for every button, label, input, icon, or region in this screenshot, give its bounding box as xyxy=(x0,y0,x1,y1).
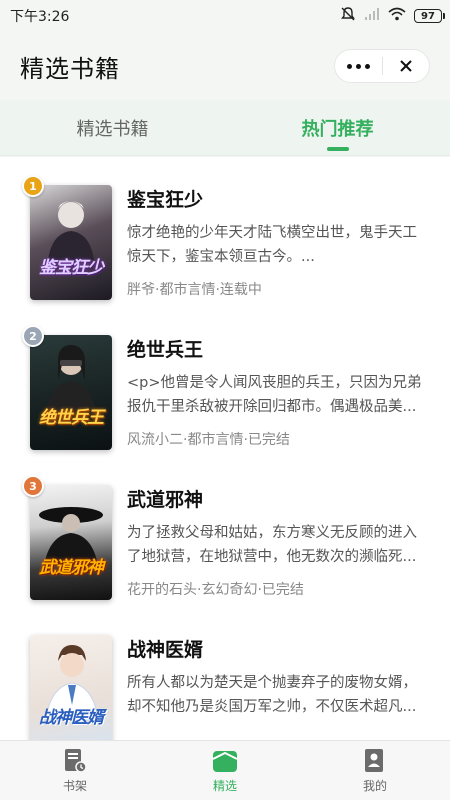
book-cover: 鉴宝狂少 xyxy=(30,185,112,300)
book-title: 武道邪神 xyxy=(127,489,204,511)
cover-title-text: 战神医婿 xyxy=(39,708,104,728)
list-item[interactable]: 3 武道邪神 武道邪神 为了拯救父母和姑姑，东方寒义无反顾的进入了地狱营，在地狱… xyxy=(0,457,450,607)
cover-figure-icon xyxy=(48,201,94,260)
featured-icon xyxy=(212,750,238,772)
category-tabs: 精选书籍 热门推荐 xyxy=(0,100,450,156)
wifi-icon xyxy=(388,7,406,25)
list-item[interactable]: 2 绝世兵王 绝世兵王 <p>他曾是令人闻风丧胆的兵王，只因为兄弟报仇干里杀敌被… xyxy=(0,307,450,457)
more-dots-icon xyxy=(346,63,370,69)
book-cover: 战神医婿 xyxy=(30,635,112,740)
close-icon xyxy=(400,60,412,72)
book-meta: 花开的石头·玄幻奇幻·已完结 xyxy=(127,582,304,598)
bottom-tab-bar: 书架 精选 我的 xyxy=(0,740,450,800)
book-meta: 胖爷·都市言情·连载中 xyxy=(127,282,262,298)
bookshelf-icon xyxy=(65,748,87,773)
cover-figure-icon xyxy=(46,345,96,413)
profile-icon xyxy=(365,748,383,772)
rank-badge: 3 xyxy=(22,475,44,497)
status-time: 下午3:26 xyxy=(10,9,70,25)
cover-figure-icon xyxy=(39,507,103,565)
list-item[interactable]: 战神医婿 战神医婿 所有人都以为楚天是个抛妻弃子的废物女婿，却不知他乃是炎国万军… xyxy=(0,607,450,740)
page-title: 精选书籍 xyxy=(20,54,120,83)
book-list: 1 鉴宝狂少 鉴宝狂少 惊才绝艳的少年天才陆飞横空出世，鬼手天工惊天下，鉴宝本领… xyxy=(0,157,450,740)
tab-profile-label: 我的 xyxy=(362,778,387,793)
tab-featured-label: 精选 xyxy=(212,778,237,793)
nav-bar: 精选书籍 xyxy=(0,32,450,100)
tab-hot-recommend[interactable]: 热门推荐 xyxy=(225,100,450,155)
book-description: <p>他曾是令人闻风丧胆的兵王，只因为兄弟报仇干里杀敌被开除回归都市。偶遇极品美… xyxy=(127,375,422,415)
book-title: 绝世兵王 xyxy=(127,339,204,361)
book-title: 鉴宝狂少 xyxy=(127,189,204,211)
tab-featured[interactable]: 精选 xyxy=(150,741,300,800)
rank-badge: 1 xyxy=(22,175,44,197)
list-item[interactable]: 1 鉴宝狂少 鉴宝狂少 惊才绝艳的少年天才陆飞横空出世，鬼手天工惊天下，鉴宝本领… xyxy=(0,157,450,307)
book-cover: 武道邪神 xyxy=(30,485,112,600)
book-cover: 绝世兵王 xyxy=(30,335,112,450)
book-description: 惊才绝艳的少年天才陆飞横空出世，鬼手天工惊天下，鉴宝本领亘古今。... xyxy=(127,225,417,265)
status-bar: 下午3:26 97 xyxy=(0,0,450,32)
tab-bookshelf-label: 书架 xyxy=(62,778,87,793)
mute-alarm-icon xyxy=(340,6,356,26)
battery-level: 97 xyxy=(421,10,435,22)
battery-icon: 97 xyxy=(414,9,445,23)
cover-title-text: 武道邪神 xyxy=(39,558,104,578)
book-description: 所有人都以为楚天是个抛妻弃子的废物女婿，却不知他乃是炎国万军之帅，不仅医术超凡.… xyxy=(127,675,417,715)
close-button[interactable] xyxy=(383,50,430,82)
book-description: 为了拯救父母和姑姑，东方寒义无反顾的进入了地狱营，在地狱营中，他无数次的濒临死.… xyxy=(127,525,417,565)
book-title: 战神医婿 xyxy=(127,639,204,661)
tab-featured-books[interactable]: 精选书籍 xyxy=(0,100,225,155)
signal-icon xyxy=(364,7,380,25)
rank-badge: 2 xyxy=(22,325,44,347)
tab-bookshelf[interactable]: 书架 xyxy=(0,741,150,800)
more-button[interactable] xyxy=(335,50,382,82)
cover-title-text: 绝世兵王 xyxy=(39,408,104,428)
cover-title-text: 鉴宝狂少 xyxy=(39,258,104,278)
status-icons: 97 xyxy=(340,6,445,26)
book-meta: 风流小二·都市言情·已完结 xyxy=(127,432,290,448)
tab-profile[interactable]: 我的 xyxy=(300,741,450,800)
mini-program-capsule xyxy=(334,49,430,83)
